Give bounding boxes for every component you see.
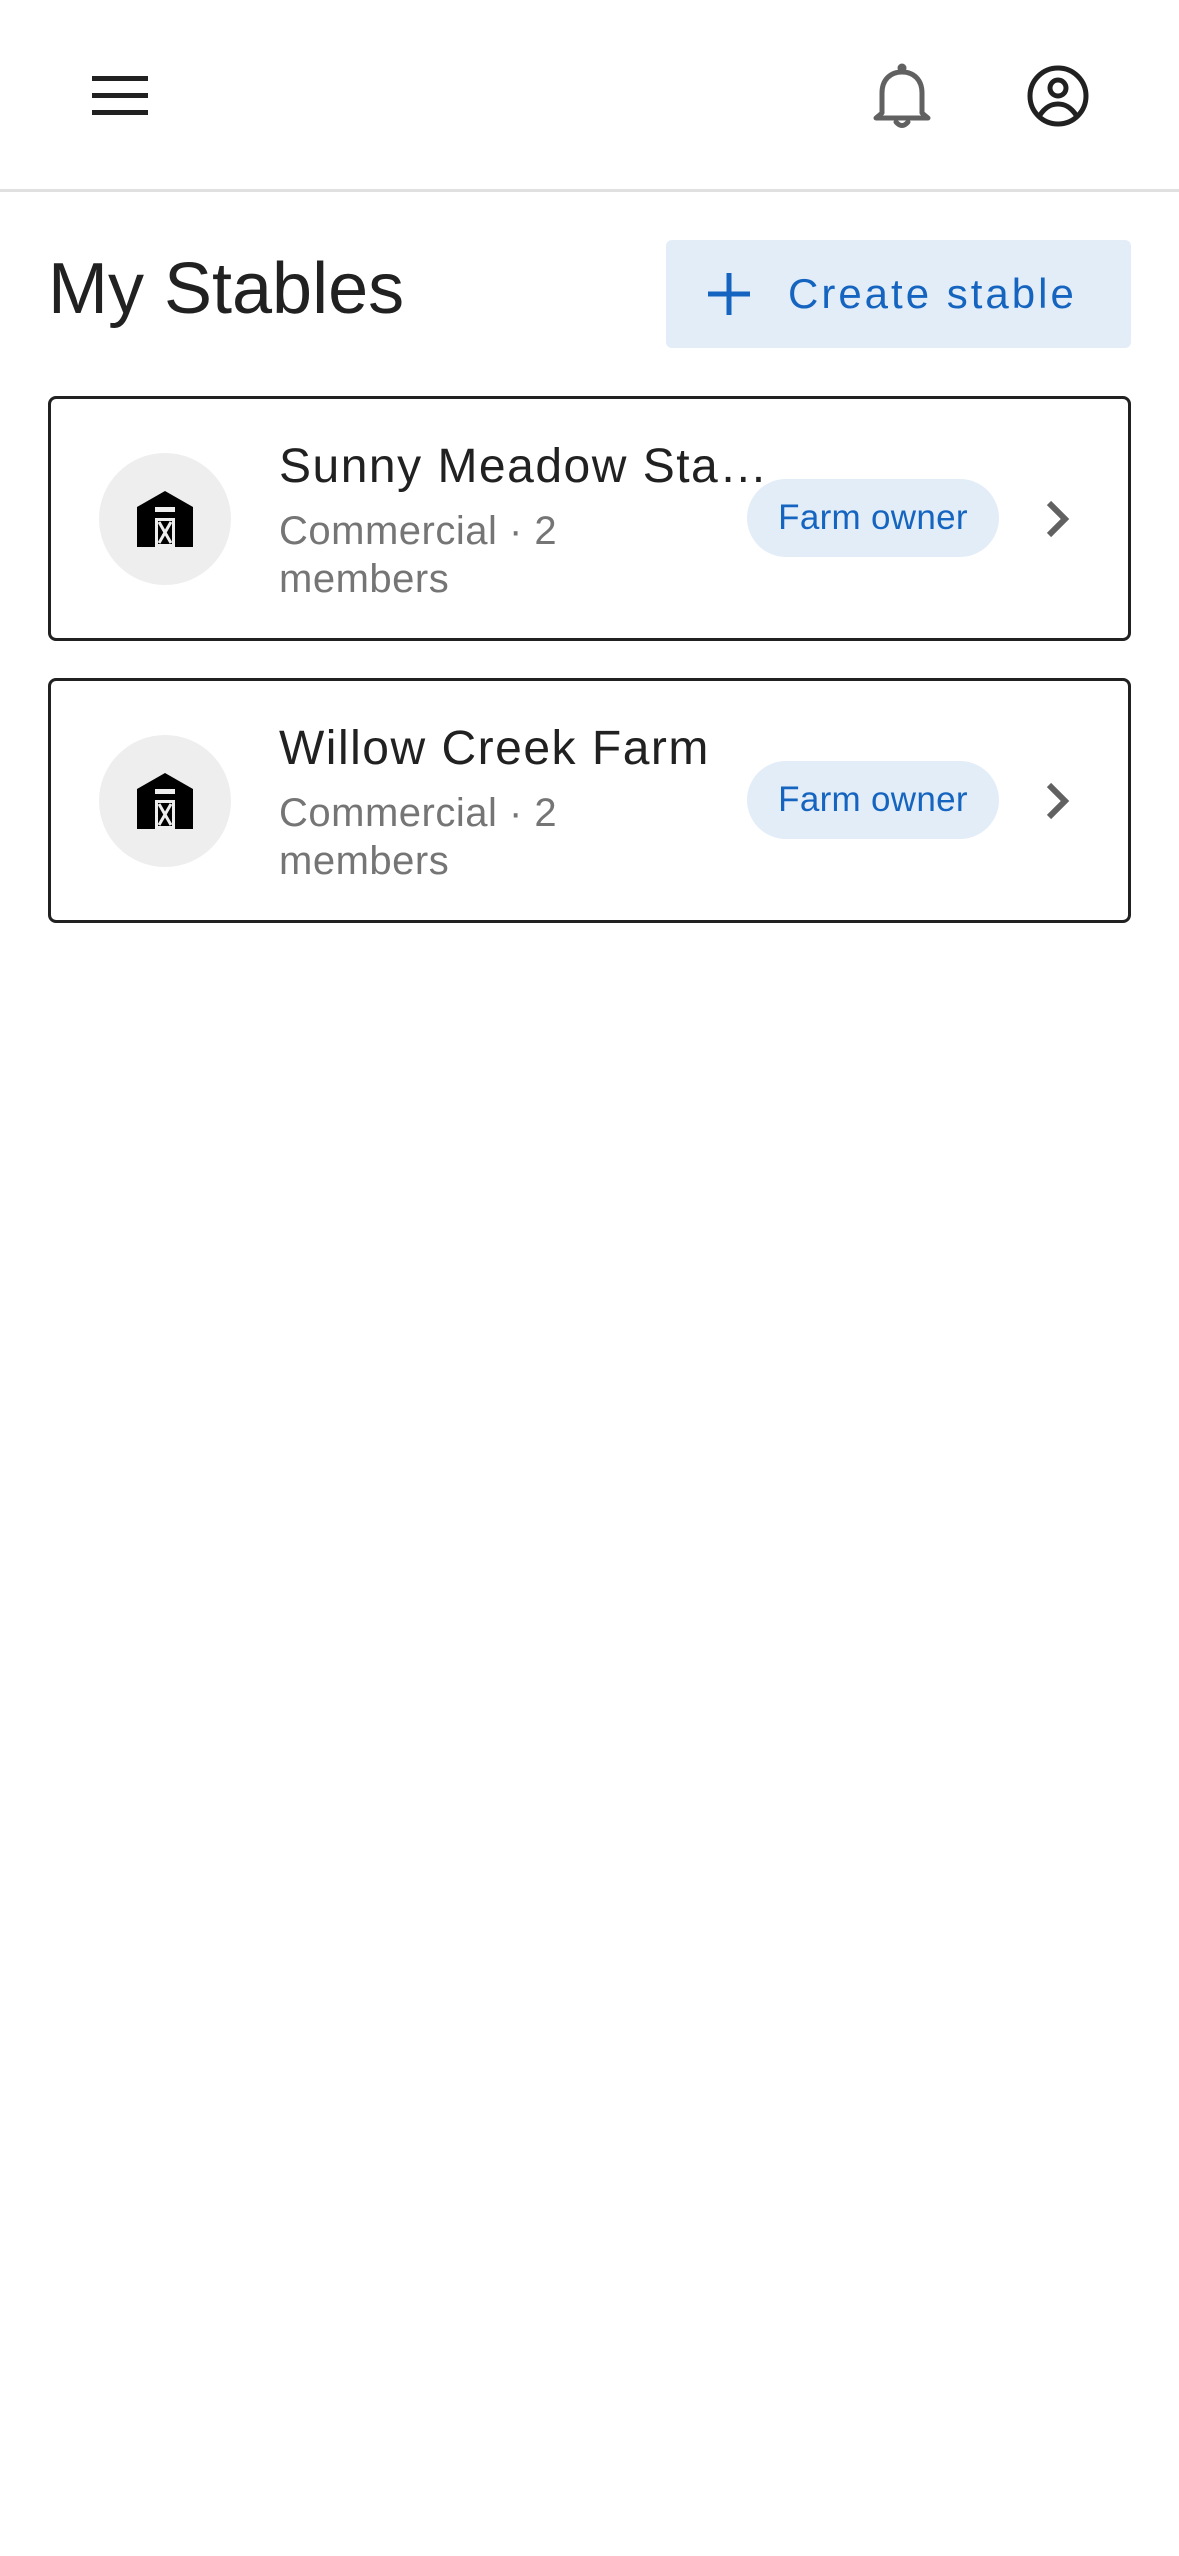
menu-button[interactable]	[72, 48, 168, 144]
account-button[interactable]	[1010, 48, 1106, 144]
app-bar	[0, 0, 1179, 192]
stable-name: Sunny Meadow Stables	[279, 440, 795, 493]
create-stable-button[interactable]: Create stable	[666, 240, 1131, 348]
account-circle-icon	[1027, 65, 1089, 127]
chevron-right-icon	[1029, 491, 1085, 547]
page-title: My Stables	[48, 249, 405, 329]
stable-card[interactable]: Sunny Meadow Stables Commercial · 2 memb…	[48, 396, 1131, 641]
role-badge: Farm owner	[747, 761, 999, 839]
role-badge: Farm owner	[747, 479, 999, 557]
stable-card[interactable]: Willow Creek Farm Commercial · 2 members…	[48, 678, 1131, 923]
plus-icon	[708, 273, 750, 315]
menu-icon	[92, 76, 148, 115]
barn-icon	[137, 491, 193, 547]
stable-avatar	[99, 735, 231, 867]
bell-icon	[873, 63, 931, 128]
create-stable-label: Create stable	[788, 270, 1077, 317]
notifications-button[interactable]	[854, 48, 950, 144]
stable-avatar	[99, 453, 231, 585]
chevron-right-icon	[1029, 773, 1085, 829]
stable-name: Willow Creek Farm	[279, 722, 710, 775]
stable-meta: Commercial · 2 members	[279, 509, 558, 601]
stable-meta: Commercial · 2 members	[279, 791, 558, 883]
barn-icon	[137, 773, 193, 829]
